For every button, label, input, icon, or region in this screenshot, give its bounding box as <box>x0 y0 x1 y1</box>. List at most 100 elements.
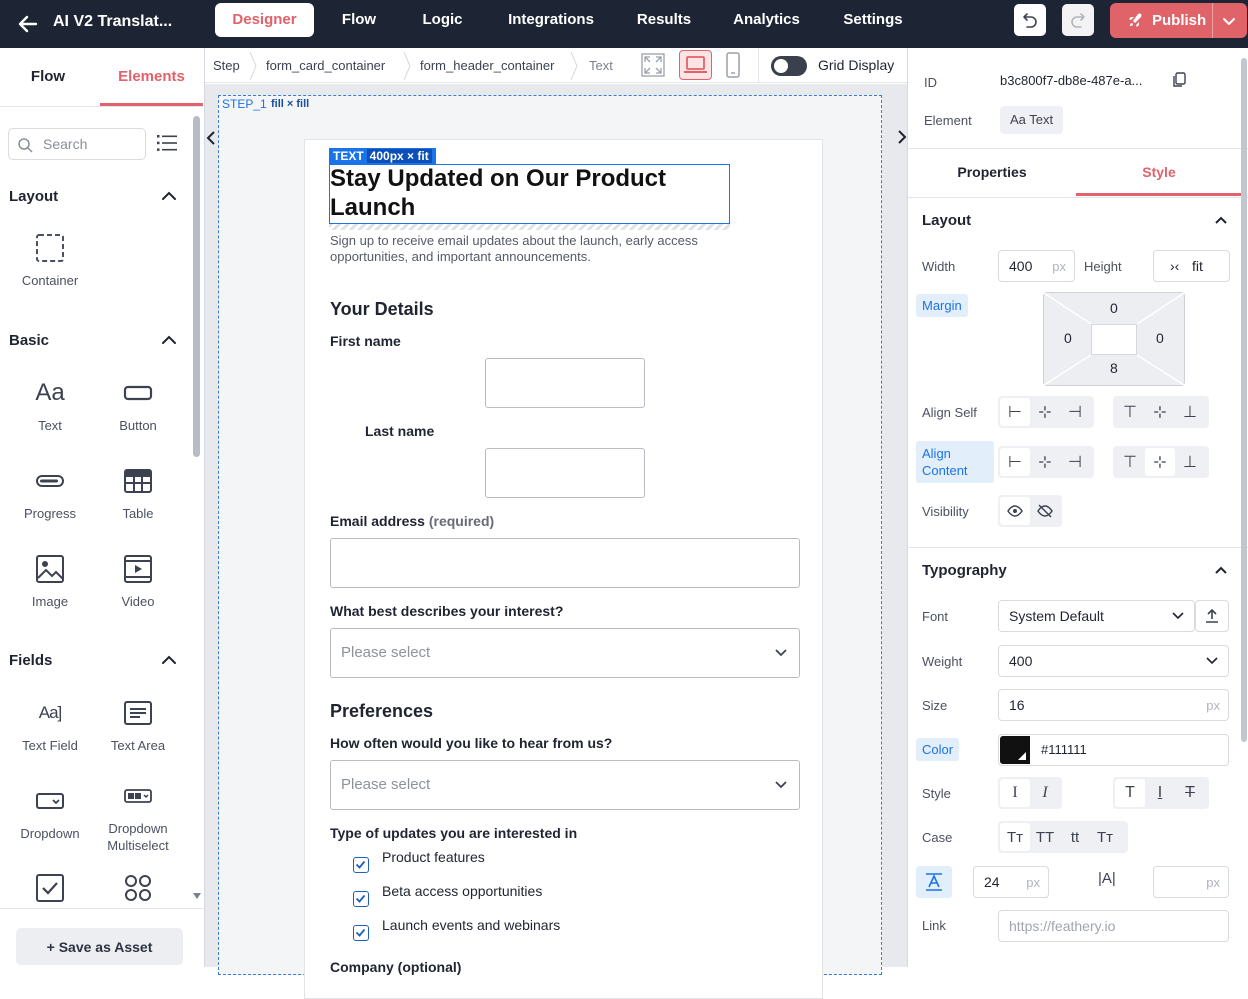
redo-button[interactable] <box>1062 4 1094 36</box>
upload-font-button[interactable] <box>1195 600 1229 632</box>
letter-spacing-input[interactable]: px <box>1153 866 1229 898</box>
element-container[interactable]: Container <box>6 228 94 289</box>
chevron-up-icon[interactable] <box>161 332 177 348</box>
email-field[interactable] <box>330 538 800 588</box>
element-text-area[interactable]: Text Area <box>94 693 182 754</box>
option-product-features[interactable]: Product features <box>382 849 485 865</box>
company-label[interactable]: Company (optional) <box>330 959 461 975</box>
fullscreen-icon[interactable] <box>641 53 665 77</box>
interest-dropdown[interactable]: Please select <box>330 628 800 678</box>
letter-spacing-icon[interactable]: |A| <box>1098 870 1116 887</box>
tab-style[interactable]: Style <box>1076 148 1242 196</box>
tab-analytics[interactable]: Analytics <box>726 3 807 37</box>
width-input[interactable]: 400 px <box>998 250 1075 282</box>
breadcrumb-text[interactable]: Text <box>589 58 613 73</box>
section-layout-style[interactable]: Layout <box>922 212 971 229</box>
option-beta-access[interactable]: Beta access opportunities <box>382 883 542 899</box>
element-dropdown-multiselect[interactable]: Dropdown Multiselect <box>94 776 182 854</box>
tab-settings[interactable]: Settings <box>835 3 911 37</box>
element-table[interactable]: Table <box>94 461 182 522</box>
interest-label[interactable]: What best describes your interest? <box>330 603 563 619</box>
chevron-up-icon[interactable] <box>1214 213 1228 227</box>
italic-group[interactable]: II <box>998 777 1062 809</box>
size-input[interactable]: 16 px <box>998 689 1229 721</box>
first-name-field[interactable] <box>485 358 645 408</box>
chevron-up-icon[interactable] <box>161 188 177 204</box>
breadcrumb-form-header-container[interactable]: form_header_container <box>420 58 554 73</box>
font-select[interactable]: System Default <box>998 600 1195 632</box>
element-dropdown[interactable]: Dropdown <box>6 781 94 842</box>
updates-label[interactable]: Type of updates you are interested in <box>330 825 577 841</box>
option-launch-events[interactable]: Launch events and webinars <box>382 917 560 933</box>
element-text-field[interactable]: Aa] Text Field <box>6 693 94 754</box>
section-your-details[interactable]: Your Details <box>330 299 434 320</box>
align-content-label[interactable]: Align Content <box>916 441 994 483</box>
breadcrumb-step[interactable]: Step <box>213 58 240 73</box>
save-as-asset-button[interactable]: + Save as Asset <box>16 928 183 965</box>
align-self-horizontal[interactable]: ⊢ ⊹ ⊣ <box>998 396 1094 428</box>
align-content-horizontal[interactable]: ⊢ ⊹ ⊣ <box>998 446 1094 478</box>
line-height-input[interactable]: 24 px <box>973 866 1049 898</box>
margin-right[interactable]: 0 <box>1156 330 1164 346</box>
checkbox-product-features[interactable] <box>353 857 369 873</box>
checkbox-launch-events[interactable] <box>353 925 369 941</box>
back-arrow-icon[interactable] <box>14 10 42 38</box>
tab-results[interactable]: Results <box>631 3 697 37</box>
align-self-vertical[interactable]: ⊤ ⊹ ⊥ <box>1113 396 1209 428</box>
frequency-dropdown[interactable]: Please select <box>330 760 800 810</box>
tab-integrations[interactable]: Integrations <box>500 3 602 37</box>
color-input[interactable]: #111111 <box>998 734 1229 766</box>
tab-flow[interactable]: Flow <box>332 3 386 37</box>
copy-icon[interactable] <box>1172 72 1186 88</box>
form-title[interactable]: Stay Updated on Our Product Launch <box>330 164 730 222</box>
height-input[interactable]: ›‹ fit <box>1153 250 1230 282</box>
right-scrollbar[interactable] <box>1241 58 1247 742</box>
margin-top[interactable]: 0 <box>1110 300 1118 316</box>
margin-bottom[interactable]: 8 <box>1110 360 1118 376</box>
weight-select[interactable]: 400 <box>998 645 1229 677</box>
email-label[interactable]: Email address (required) <box>330 513 494 529</box>
tab-elements[interactable]: Elements <box>100 48 203 106</box>
margin-label[interactable]: Margin <box>916 294 968 317</box>
tab-logic[interactable]: Logic <box>414 3 471 37</box>
chevron-up-icon[interactable] <box>161 652 177 668</box>
visibility-toggle[interactable] <box>998 495 1062 527</box>
tab-designer[interactable]: Designer <box>215 3 314 37</box>
element-checkbox[interactable] <box>6 868 94 908</box>
breadcrumb-form-card-container[interactable]: form_card_container <box>266 58 385 73</box>
color-label[interactable]: Color <box>916 738 960 761</box>
mobile-view-icon[interactable] <box>726 52 740 78</box>
last-name-label[interactable]: Last name <box>365 423 434 439</box>
search-input[interactable]: Search <box>8 128 146 160</box>
element-button[interactable]: Button <box>94 373 182 434</box>
element-image[interactable]: Image <box>6 549 94 610</box>
element-video[interactable]: Video <box>94 549 182 610</box>
section-typography[interactable]: Typography <box>922 562 1007 579</box>
scroll-down-icon[interactable] <box>193 893 201 899</box>
list-view-icon[interactable] <box>157 134 177 152</box>
first-name-label[interactable]: First name <box>330 333 401 349</box>
element-text[interactable]: Aa Text <box>6 373 94 434</box>
collapse-left-icon[interactable] <box>205 130 217 146</box>
publish-button[interactable]: Publish <box>1110 3 1247 38</box>
section-preferences[interactable]: Preferences <box>330 701 433 722</box>
margin-left[interactable]: 0 <box>1064 330 1072 346</box>
desktop-view-button[interactable] <box>679 50 712 80</box>
frequency-label[interactable]: How often would you like to hear from us… <box>330 735 612 751</box>
left-scrollbar[interactable] <box>193 116 200 457</box>
grid-display-toggle[interactable] <box>771 56 807 76</box>
chevron-up-icon[interactable] <box>1214 563 1228 577</box>
section-layout[interactable]: Layout <box>9 188 58 205</box>
align-content-vertical[interactable]: ⊤ ⊹ ⊥ <box>1113 446 1209 478</box>
element-progress[interactable]: Progress <box>6 461 94 522</box>
element-button-group[interactable] <box>94 868 182 908</box>
tab-flow-panel[interactable]: Flow <box>0 48 96 106</box>
undo-button[interactable] <box>1014 4 1046 36</box>
checkbox-beta-access[interactable] <box>353 891 369 907</box>
form-card-container[interactable]: TEXT 400px × fit Stay Updated on Our Prod… <box>304 139 823 999</box>
chevron-down-icon[interactable] <box>1222 14 1236 28</box>
case-group[interactable]: Tт TT tt Tт <box>998 821 1128 853</box>
line-height-icon[interactable] <box>916 866 952 898</box>
decoration-group[interactable]: TIT <box>1113 777 1209 809</box>
margin-editor[interactable]: 0 0 0 8 <box>1043 292 1185 386</box>
